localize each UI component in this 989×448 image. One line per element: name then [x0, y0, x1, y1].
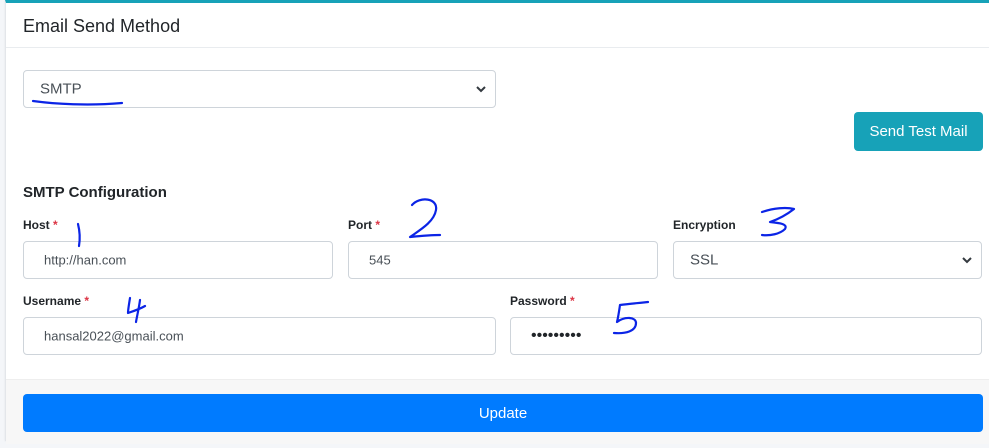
- send-method-select[interactable]: SMTP: [23, 70, 496, 108]
- required-marker: *: [84, 294, 90, 308]
- username-input[interactable]: hansal2022@gmail.com: [23, 317, 496, 355]
- required-marker: *: [570, 294, 575, 308]
- port-input-value: 545: [369, 252, 391, 268]
- port-input[interactable]: 545: [348, 241, 658, 279]
- encryption-select-value: SSL: [690, 251, 719, 269]
- host-label: Host *: [23, 218, 58, 232]
- encryption-select[interactable]: SSL: [673, 241, 982, 279]
- host-input[interactable]: http://han.com: [23, 241, 333, 279]
- chevron-down-icon: [476, 86, 486, 93]
- username-label-text: Username: [23, 294, 82, 308]
- send-method-select-value: SMTP: [40, 80, 82, 98]
- username-label: Username *: [23, 294, 89, 308]
- host-label-text: Host: [23, 218, 50, 232]
- password-input[interactable]: •••••••••: [510, 317, 982, 355]
- host-input-value: http://han.com: [44, 252, 127, 268]
- required-marker: *: [53, 218, 58, 232]
- password-label: Password *: [510, 294, 575, 308]
- card-title: Email Send Method: [23, 16, 181, 36]
- update-button[interactable]: Update: [23, 394, 983, 432]
- username-input-value: hansal2022@gmail.com: [44, 328, 184, 344]
- password-input-value: •••••••••: [531, 327, 582, 344]
- port-label: Port *: [348, 218, 380, 232]
- encryption-label: Encryption: [673, 218, 736, 232]
- smtp-configuration-heading: SMTP Configuration: [23, 184, 167, 201]
- email-send-method-card: Email Send Method SMTP Send Test Mail SM…: [5, 0, 989, 444]
- card-header: Email Send Method: [6, 3, 989, 48]
- port-label-text: Port: [348, 218, 372, 232]
- send-test-mail-button[interactable]: Send Test Mail: [854, 112, 983, 151]
- password-label-text: Password: [510, 294, 567, 308]
- encryption-label-text: Encryption: [673, 218, 736, 232]
- chevron-down-icon: [962, 257, 972, 264]
- required-marker: *: [375, 218, 381, 232]
